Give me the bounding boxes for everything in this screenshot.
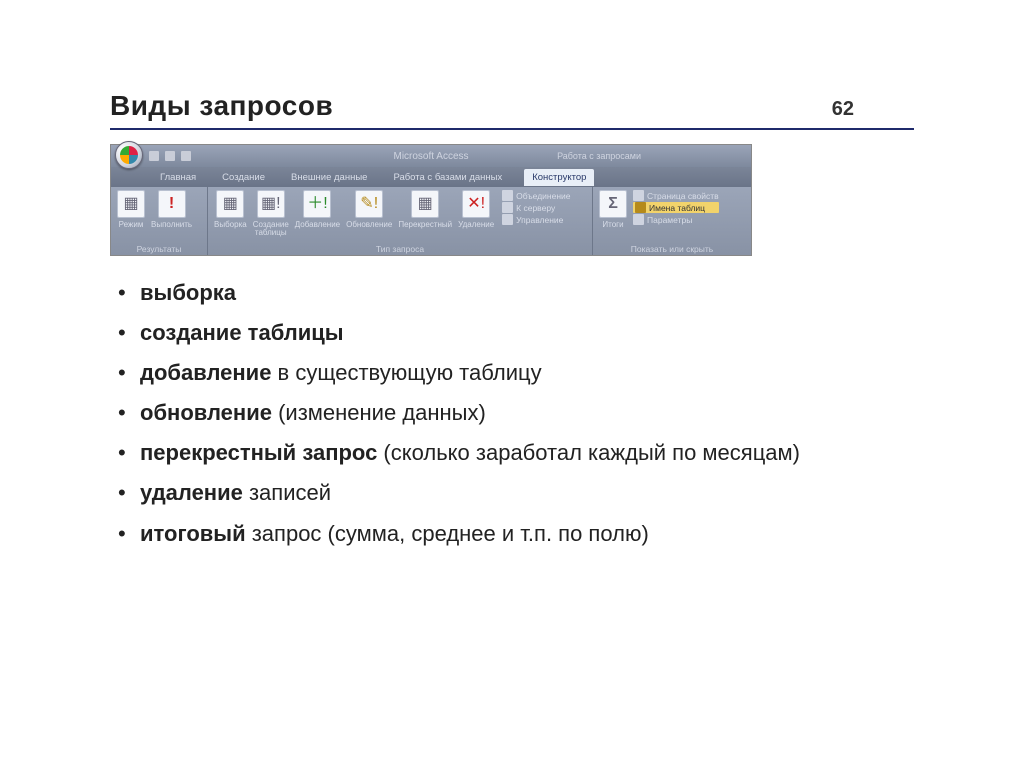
slide: Виды запросов 62 Microsoft Access Работа… [0,0,1024,551]
propsheet-button[interactable]: Страница свойств [633,190,719,201]
page-number: 62 [832,98,914,121]
update-icon: ✎! [355,190,383,218]
bullet-list: выборка создание таблицы добавление в су… [110,276,914,551]
select-button[interactable]: ▦ Выборка [212,190,249,229]
sigma-icon: Σ [599,190,627,218]
group-querytype-label: Тип запроса [212,243,588,254]
control-icon [502,214,513,225]
append-icon: ＋! [303,190,331,218]
totals-button[interactable]: Σ Итоги [597,190,629,229]
datasheet-icon: ▦ [117,190,145,218]
union-icon [502,190,513,201]
append-button[interactable]: ＋! Добавление [293,190,342,229]
group-results-label: Результаты [115,243,203,254]
quick-access-toolbar[interactable] [149,151,191,161]
ribbon-body: ▦ Режим ! Выполнить Результаты ▦ Выборка [111,187,751,255]
tab-dbtools[interactable]: Работа с базами данных [389,169,506,186]
qat-redo-icon[interactable] [181,151,191,161]
tab-external[interactable]: Внешние данные [287,169,371,186]
propsheet-icon [633,190,644,201]
page-title: Виды запросов [110,90,333,122]
exclaim-icon: ! [158,190,186,218]
passthrough-button[interactable]: К серверу [502,202,570,213]
list-item: итоговый запрос (сумма, среднее и т.п. п… [136,517,914,551]
querytype-extra: Объединение К серверу Управление [502,190,570,225]
group-results: ▦ Режим ! Выполнить Результаты [111,187,208,255]
list-item: удаление записей [136,476,914,510]
crosstab-button[interactable]: ▦ Перекрестный [396,190,454,229]
params-button[interactable]: Параметры [633,214,719,225]
showhide-extra: Страница свойств Имена таблиц Параметры [633,190,719,225]
server-icon [502,202,513,213]
qat-undo-icon[interactable] [165,151,175,161]
delete-icon: ✕! [462,190,490,218]
datadef-button[interactable]: Управление [502,214,570,225]
tablenames-button[interactable]: Имена таблиц [633,202,719,213]
tab-create[interactable]: Создание [218,169,269,186]
list-item: обновление (изменение данных) [136,396,914,430]
ribbon-screenshot: Microsoft Access Работа с запросами Глав… [110,144,752,256]
union-button[interactable]: Объединение [502,190,570,201]
app-title: Microsoft Access [393,151,468,162]
delete-button[interactable]: ✕! Удаление [456,190,496,229]
titlebar: Microsoft Access Работа с запросами [111,145,751,167]
run-button[interactable]: ! Выполнить [149,190,194,229]
mode-button[interactable]: ▦ Режим [115,190,147,229]
crosstab-icon: ▦ [411,190,439,218]
list-item: добавление в существующую таблицу [136,356,914,390]
context-tab-title: Работа с запросами [557,151,641,161]
tab-home[interactable]: Главная [156,169,200,186]
ribbon-tabs: Главная Создание Внешние данные Работа с… [111,167,751,187]
select-icon: ▦ [216,190,244,218]
tab-design-active[interactable]: Конструктор [524,169,594,186]
office-button-icon[interactable] [115,141,143,169]
list-item: перекрестный запрос (сколько заработал к… [136,436,914,470]
list-item: создание таблицы [136,316,914,350]
maketable-icon: ▦! [257,190,285,218]
qat-save-icon[interactable] [149,151,159,161]
params-icon [633,214,644,225]
group-showhide-label: Показать или скрыть [597,243,747,254]
maketable-button[interactable]: ▦! Создание таблицы [251,190,291,238]
group-showhide: Σ Итоги Страница свойств Имена таблиц Па… [593,187,751,255]
list-item: выборка [136,276,914,310]
group-querytype: ▦ Выборка ▦! Создание таблицы ＋! Добавле… [208,187,593,255]
header: Виды запросов 62 [110,90,914,130]
update-button[interactable]: ✎! Обновление [344,190,394,229]
tablenames-icon [635,202,646,213]
